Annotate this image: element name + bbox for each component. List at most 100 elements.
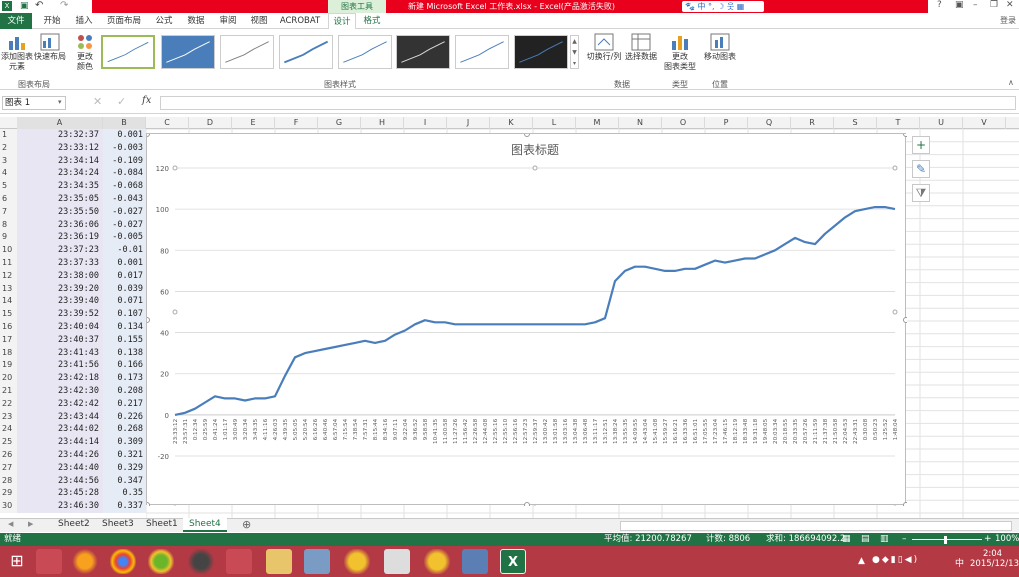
column-header-l[interactable]: L xyxy=(533,117,576,129)
tab-review[interactable]: 审阅 xyxy=(214,13,242,29)
column-header-v[interactable]: V xyxy=(963,117,1006,129)
cell-time[interactable]: 23:42:42 xyxy=(17,397,103,411)
prev-sheet-icon[interactable]: ◀ xyxy=(8,520,13,528)
cell-value[interactable]: 0.166 xyxy=(103,359,146,373)
page-break-view-icon[interactable]: ▥ xyxy=(880,533,889,546)
tab-view[interactable]: 视图 xyxy=(245,13,273,29)
cancel-icon[interactable]: ✕ xyxy=(93,95,102,108)
cell-value[interactable]: -0.01 xyxy=(103,244,146,257)
taskbar-app-icon-4[interactable] xyxy=(344,549,370,574)
cell-time[interactable]: 23:43:44 xyxy=(17,410,103,424)
cell-time[interactable]: 23:44:14 xyxy=(17,436,103,449)
cell-value[interactable]: 0.309 xyxy=(103,436,146,449)
row-number[interactable]: 26 xyxy=(0,449,17,462)
quick-layout-button[interactable]: 快速布局 xyxy=(34,33,66,62)
cell-value[interactable]: 0.071 xyxy=(103,295,146,309)
column-header-u[interactable]: U xyxy=(920,117,963,129)
column-header-p[interactable]: P xyxy=(705,117,748,129)
row-number[interactable]: 3 xyxy=(0,154,17,168)
cell-time[interactable]: 23:41:43 xyxy=(17,346,103,360)
column-header-r[interactable]: R xyxy=(791,117,834,129)
login-link[interactable]: 登录 xyxy=(1000,15,1016,26)
row-number[interactable]: 9 xyxy=(0,231,17,245)
tab-acrobat[interactable]: ACROBAT xyxy=(276,13,324,29)
row-number[interactable]: 11 xyxy=(0,257,17,270)
cell-time[interactable]: 23:46:30 xyxy=(17,500,103,513)
add-sheet-icon[interactable]: ⊕ xyxy=(242,518,251,531)
cell-value[interactable]: 0.217 xyxy=(103,397,146,411)
firefox-icon[interactable] xyxy=(72,549,98,574)
row-number[interactable]: 15 xyxy=(0,308,17,321)
taskbar-app-icon[interactable] xyxy=(36,549,62,574)
cell-value[interactable]: -0.027 xyxy=(103,205,146,219)
cell-time[interactable]: 23:40:04 xyxy=(17,321,103,334)
chart-style-3[interactable] xyxy=(220,35,274,69)
cell-value[interactable]: -0.043 xyxy=(103,193,146,206)
column-header-b[interactable]: B xyxy=(103,117,146,129)
cell-value[interactable]: 0.001 xyxy=(103,129,146,142)
tab-data[interactable]: 数据 xyxy=(182,13,210,29)
cell-time[interactable]: 23:44:56 xyxy=(17,474,103,488)
cell-value[interactable]: 0.173 xyxy=(103,372,146,385)
restore-icon[interactable]: ❐ xyxy=(990,0,998,10)
cell-time[interactable]: 23:42:30 xyxy=(17,385,103,398)
tab-format[interactable]: 格式 xyxy=(358,13,386,29)
row-number[interactable]: 20 xyxy=(0,372,17,385)
cell-value[interactable]: 0.039 xyxy=(103,282,146,296)
row-number[interactable]: 13 xyxy=(0,282,17,296)
fx-icon[interactable]: fx xyxy=(142,95,151,106)
zoom-out-icon[interactable]: – xyxy=(902,533,907,546)
system-tray-icons[interactable]: ●◆▮▯◀) xyxy=(872,555,962,565)
tab-insert[interactable]: 插入 xyxy=(70,13,98,29)
file-explorer-icon[interactable] xyxy=(266,549,292,574)
sheet-tab-sheet1[interactable]: Sheet1 xyxy=(140,518,184,532)
chart-title[interactable]: 图表标题 xyxy=(511,143,559,157)
change-chart-type-button[interactable]: 更改 图表类型 xyxy=(662,33,698,72)
cell-value[interactable]: 0.268 xyxy=(103,423,146,437)
row-number[interactable]: 7 xyxy=(0,205,17,219)
row-number[interactable]: 24 xyxy=(0,423,17,437)
excel-taskbar-icon[interactable]: X xyxy=(500,549,526,574)
tab-page-layout[interactable]: 页面布局 xyxy=(102,13,146,29)
row-number[interactable]: 10 xyxy=(0,244,17,257)
cell-time[interactable]: 23:44:02 xyxy=(17,423,103,437)
column-header-e[interactable]: E xyxy=(232,117,275,129)
column-header-g[interactable]: G xyxy=(318,117,361,129)
column-header-q[interactable]: Q xyxy=(748,117,791,129)
select-data-button[interactable]: 选择数据 xyxy=(624,33,658,62)
tab-file[interactable]: 文件 xyxy=(0,13,32,29)
normal-view-icon[interactable]: ▦ xyxy=(842,533,851,546)
row-number[interactable]: 21 xyxy=(0,385,17,398)
cell-value[interactable]: -0.003 xyxy=(103,141,146,155)
settings-gear-icon[interactable] xyxy=(188,549,214,574)
cell-value[interactable]: 0.208 xyxy=(103,385,146,398)
ribbon-display-icon[interactable]: ▣ xyxy=(955,0,964,10)
sheet-tab-sheet3[interactable]: Sheet3 xyxy=(96,518,140,532)
save-icon[interactable]: ▣ xyxy=(20,1,29,11)
chart-area[interactable]: 图表标题 -20 0 20 40 60 80 100 120 23:33:12 23:57:31 0:… xyxy=(144,131,909,511)
minimize-icon[interactable]: – xyxy=(973,0,978,10)
cell-time[interactable]: 23:39:52 xyxy=(17,308,103,321)
cell-time[interactable]: 23:42:18 xyxy=(17,372,103,385)
cell-time[interactable]: 23:39:40 xyxy=(17,295,103,309)
column-header-j[interactable]: J xyxy=(447,117,490,129)
switch-row-column-button[interactable]: 切换行/列 xyxy=(585,33,623,62)
cell-value[interactable]: -0.084 xyxy=(103,167,146,181)
zoom-slider-thumb[interactable] xyxy=(944,536,947,544)
column-header-f[interactable]: F xyxy=(275,117,318,129)
chart-elements-button[interactable]: + xyxy=(912,136,930,154)
row-number[interactable]: 14 xyxy=(0,295,17,309)
column-header-t[interactable]: T xyxy=(877,117,920,129)
column-header-m[interactable]: M xyxy=(576,117,619,129)
page-layout-view-icon[interactable]: ▤ xyxy=(861,533,870,546)
cell-time[interactable]: 23:36:19 xyxy=(17,231,103,245)
row-number[interactable]: 28 xyxy=(0,474,17,488)
zoom-in-icon[interactable]: + xyxy=(984,533,992,546)
cell-time[interactable]: 23:35:50 xyxy=(17,205,103,219)
column-header-c[interactable]: C xyxy=(146,117,189,129)
next-sheet-icon[interactable]: ▶ xyxy=(28,520,33,528)
column-header-s[interactable]: S xyxy=(834,117,877,129)
cell-value[interactable]: 0.321 xyxy=(103,449,146,462)
line-chart[interactable]: 图表标题 -20 0 20 40 60 80 100 120 23:33:12 23:57:31 0:… xyxy=(144,131,909,511)
taskbar-clock[interactable]: 2:04 2015/12/13 xyxy=(970,549,1019,569)
